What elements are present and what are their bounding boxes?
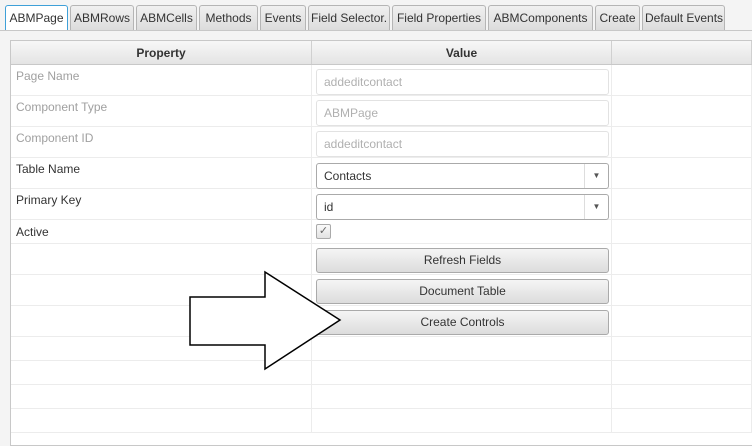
arrow-annotation-icon <box>189 270 342 371</box>
